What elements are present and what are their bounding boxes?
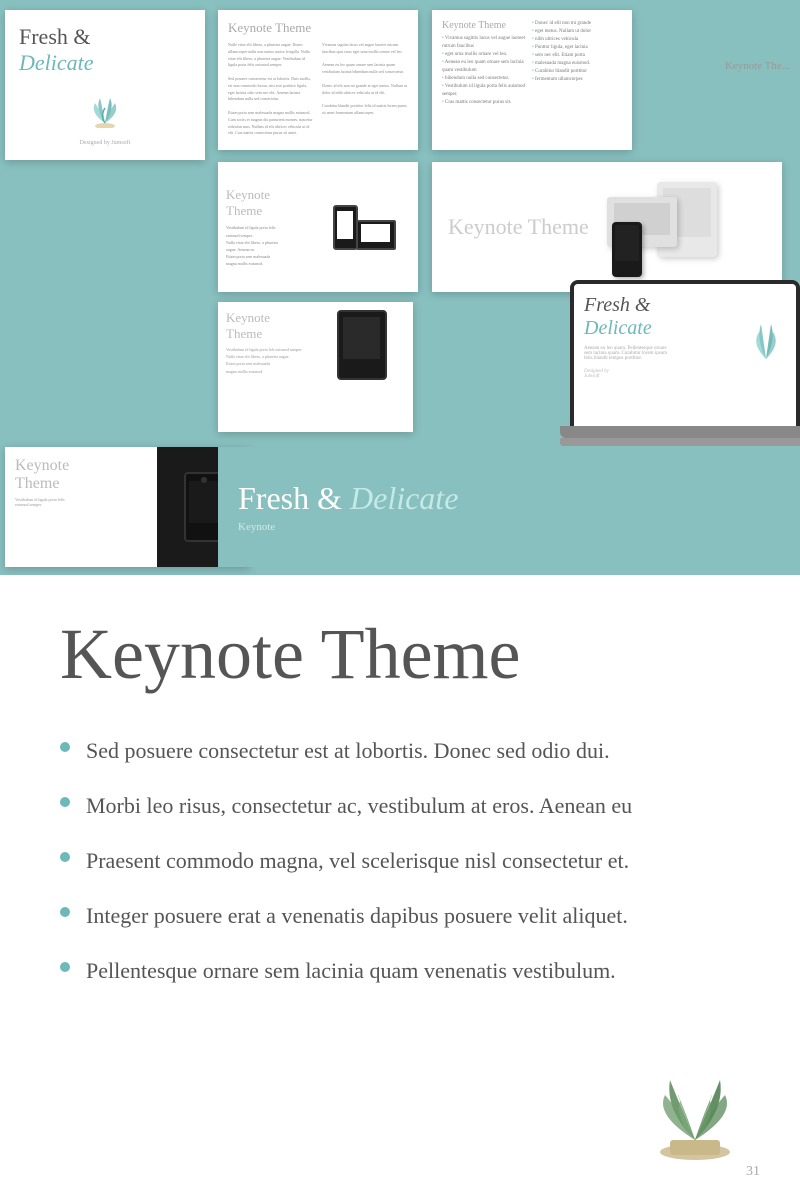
bullet-dot-1 xyxy=(60,742,70,752)
bullet-item-1: Sed posuere consectetur est at lobortis.… xyxy=(60,734,740,767)
slide-title: Keynote Theme xyxy=(60,615,740,694)
thumb5-devices xyxy=(607,177,766,277)
thumb2-col2: Vivamus sagittis lacus vel augue laoreet… xyxy=(322,42,408,137)
page-number: 31 xyxy=(746,1164,760,1180)
bullet-text-1: Sed posuere consectetur est at lobortis.… xyxy=(86,734,610,767)
slide-thumb-3: Keynote Theme Vivamus sagittis lacus vel… xyxy=(432,10,632,150)
bullet-text-4: Integer posuere erat a venenatis dapibus… xyxy=(86,899,628,932)
thumb3-bullets-right: Donec id elit non mi grande eget metus. … xyxy=(532,20,622,84)
bullet-item-5: Pellentesque ornare sem lacinia quam ven… xyxy=(60,954,740,987)
thumb5-title: Keynote Theme xyxy=(448,214,607,240)
bullet-item-2: Morbi leo risus, consectetur ac, vestibu… xyxy=(60,789,740,822)
bullet-text-5: Pellentesque ornare sem lacinia quam ven… xyxy=(86,954,616,987)
slide-thumb-1: Fresh & Delicate Designed by Jumsoft xyxy=(5,10,205,160)
thumb4-title: KeynoteTheme xyxy=(226,187,318,221)
bullet-item-4: Integer posuere erat a venenatis dapibus… xyxy=(60,899,740,932)
bullet-dot-3 xyxy=(60,852,70,862)
thumb3-bullets-left: Vivamus sagittis lacus vel augue laoreet… xyxy=(442,35,532,107)
slide-thumb-7: KeynoteTheme Vestibulum id ligula porta … xyxy=(218,302,413,432)
thumb6-title: KeynoteTheme xyxy=(15,457,147,493)
thumb4-bullets: Vestibulum id ligula porta felis euismod… xyxy=(226,224,318,267)
thumb3-right: Donec id elit non mi grande eget metus. … xyxy=(532,20,622,140)
thumb6-sub: Vestibulum id ligula porta feliseuismod … xyxy=(15,497,147,507)
thumb1-title: Fresh & Delicate xyxy=(19,24,191,77)
bullet-dot-4 xyxy=(60,907,70,917)
thumb4-left: KeynoteTheme Vestibulum id ligula porta … xyxy=(226,187,318,268)
plant-decoration xyxy=(80,88,130,128)
slide-thumb-6: KeynoteTheme Vestibulum id ligula porta … xyxy=(5,447,250,567)
keynote-right-label: Keynote The... xyxy=(725,60,790,72)
bullet-dot-5 xyxy=(60,962,70,972)
thumb3-left: Keynote Theme Vivamus sagittis lacus vel… xyxy=(442,20,532,140)
thumb2-title: Keynote Theme xyxy=(228,20,408,36)
bullet-dot-2 xyxy=(60,797,70,807)
thumb1-credit: Designed by Jumsoft xyxy=(19,140,191,146)
thumb7-bullets: Vestibulum id ligula porta fels euismod … xyxy=(226,346,313,375)
bottom-plant-decoration xyxy=(630,1040,760,1160)
thumb2-col1: Nulle vitae elit libero, a pharetra augu… xyxy=(228,42,314,137)
slide-thumb-4: KeynoteTheme Vestibulum id ligula porta … xyxy=(218,162,418,292)
bullet-text-2: Morbi leo risus, consectetur ac, vestibu… xyxy=(86,789,632,822)
thumb5-left: Keynote Theme xyxy=(448,214,607,240)
slide-thumb-2: Keynote Theme Nulle vitae elit libero, a… xyxy=(218,10,418,150)
thumb4-device xyxy=(318,205,410,250)
preview-collage: Fresh & Delicate Designed by Jumsoft xyxy=(0,0,800,575)
laptop-mockup-area: Fresh & Delicate Aenean eu leo quam. Pel… xyxy=(430,270,800,570)
bullet-text-3: Praesent commodo magna, vel scelerisque … xyxy=(86,844,629,877)
slide-content-bottom: Keynote Theme Sed posuere consectetur es… xyxy=(0,575,800,1200)
bullet-item-3: Praesent commodo magna, vel scelerisque … xyxy=(60,844,740,877)
thumb7-title: KeynoteTheme xyxy=(226,310,313,342)
bullet-list: Sed posuere consectetur est at lobortis.… xyxy=(60,734,740,987)
